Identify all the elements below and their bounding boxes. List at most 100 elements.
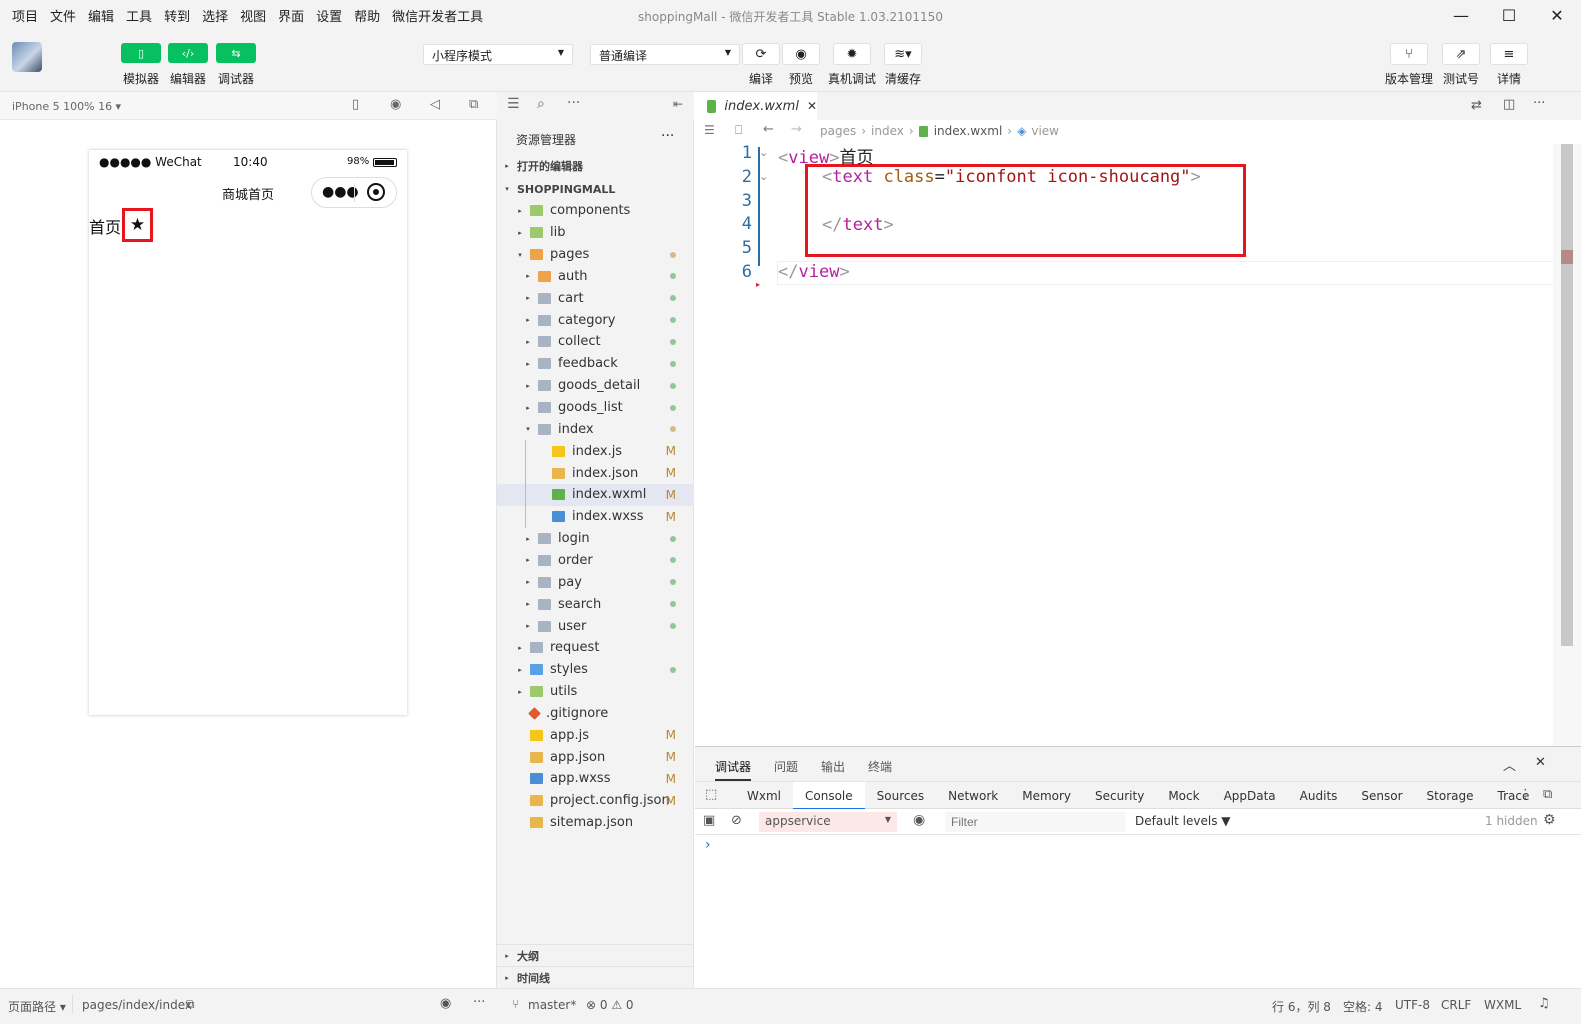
open-editors-section[interactable]: ▸ 打开的编辑器 xyxy=(497,155,694,177)
tree-folder[interactable]: ▸ styles xyxy=(497,659,694,681)
tree-folder[interactable]: ▸ login xyxy=(497,528,694,550)
tree-file[interactable]: sitemap.json xyxy=(497,812,694,834)
more-icon[interactable]: ··· xyxy=(1533,96,1545,111)
forward-icon[interactable]: → xyxy=(791,122,802,137)
chevron-right-icon[interactable]: ▸ xyxy=(523,294,533,302)
tree-folder[interactable]: ▸ category xyxy=(497,309,694,331)
compile-button[interactable]: ⟳ xyxy=(742,43,780,65)
crumb-view[interactable]: view xyxy=(1031,124,1059,138)
notification-icon[interactable]: ♫ xyxy=(1538,996,1550,1011)
volume-icon[interactable]: ◁ xyxy=(430,97,440,112)
project-section[interactable]: ▾ SHOPPINGMALL xyxy=(497,178,694,200)
crumb-index[interactable]: index xyxy=(871,124,904,138)
copy-icon[interactable]: ⧉ xyxy=(186,997,195,1012)
problems-count[interactable]: ⊗ 0 ⚠ 0 xyxy=(586,998,634,1012)
tree-folder[interactable]: ▸ lib xyxy=(497,222,694,244)
close-miniprogram-icon[interactable] xyxy=(367,183,385,201)
crumb-pages[interactable]: pages xyxy=(820,124,856,138)
menu-item[interactable]: 转到 xyxy=(158,6,196,25)
tree-folder[interactable]: ▾ index xyxy=(497,419,694,441)
tree-folder[interactable]: ▸ user xyxy=(497,615,694,637)
detail-button[interactable]: ≡ xyxy=(1490,43,1528,65)
tree-folder[interactable]: ▸ goods_list xyxy=(497,397,694,419)
chevron-right-icon[interactable]: ▸ xyxy=(523,600,533,608)
close-icon[interactable]: ✕ xyxy=(1535,755,1546,770)
levels-select[interactable]: Default levels ▼ xyxy=(1135,814,1231,828)
chevron-up-icon[interactable]: ︿ xyxy=(1503,755,1516,774)
bookmark-icon[interactable]: ⎕ xyxy=(735,123,742,138)
chevron-down-icon[interactable]: ▾ xyxy=(523,425,533,433)
crumb-file[interactable]: index.wxml xyxy=(934,124,1003,138)
tree-file[interactable]: app.js M xyxy=(497,724,694,746)
panel-tab[interactable]: Console xyxy=(793,782,865,810)
chevron-right-icon[interactable]: ▸ xyxy=(523,622,533,630)
menu-item[interactable]: 视图 xyxy=(234,6,272,25)
tree-file[interactable]: index.json M xyxy=(497,462,694,484)
chevron-right-icon[interactable]: ▸ xyxy=(515,229,525,237)
devtools-tab[interactable]: 调试器 xyxy=(715,758,752,781)
chevron-right-icon[interactable]: ▸ xyxy=(523,360,533,368)
chevron-right-icon[interactable]: ▸ xyxy=(523,404,533,412)
tab-index-wxml[interactable]: index.wxml ✕ xyxy=(695,92,817,120)
scrollbar-thumb[interactable] xyxy=(1561,144,1573,646)
more-vertical-icon[interactable]: ⋮ xyxy=(1519,787,1532,802)
panel-tab[interactable]: Security xyxy=(1083,782,1156,810)
eye-icon[interactable]: ◉ xyxy=(913,812,925,828)
tree-folder[interactable]: ▸ goods_detail xyxy=(497,375,694,397)
eol[interactable]: CRLF xyxy=(1441,998,1471,1012)
mode-select[interactable]: 小程序模式 ▼ xyxy=(423,44,573,65)
panel-tab[interactable]: Network xyxy=(936,782,1010,810)
chevron-right-icon[interactable]: ▸ xyxy=(515,644,525,652)
fold-icon[interactable]: ⌄ xyxy=(759,170,768,183)
tree-folder[interactable]: ▸ components xyxy=(497,200,694,222)
tree-folder[interactable]: ▸ auth xyxy=(497,266,694,288)
devtools-tab[interactable]: 终端 xyxy=(868,758,892,781)
tree-folder[interactable]: ▸ utils xyxy=(497,681,694,703)
devtools-tab[interactable]: 输出 xyxy=(821,758,845,781)
list-icon[interactable]: ☰ xyxy=(507,96,520,112)
tree-folder[interactable]: ▸ pay xyxy=(497,571,694,593)
tree-file[interactable]: index.wxml M xyxy=(497,484,694,506)
tree-folder[interactable]: ▸ cart xyxy=(497,287,694,309)
console-prompt[interactable]: › xyxy=(705,837,711,853)
simulator-toggle[interactable]: ▯ xyxy=(121,43,161,63)
tree-file[interactable]: app.json M xyxy=(497,746,694,768)
sidebar-toggle-icon[interactable]: ▣ xyxy=(703,813,715,828)
close-tab-icon[interactable]: ✕ xyxy=(807,99,817,113)
tree-file[interactable]: .gitignore xyxy=(497,703,694,725)
chevron-right-icon[interactable]: ▸ xyxy=(523,578,533,586)
tree-folder[interactable]: ▸ request xyxy=(497,637,694,659)
more-icon[interactable]: ··· xyxy=(567,95,580,111)
panel-tab[interactable]: Audits xyxy=(1288,782,1350,810)
fold-icon[interactable]: ⌄ xyxy=(759,146,768,159)
panel-tab[interactable]: Trace xyxy=(1486,782,1542,810)
outline-section[interactable]: ▸ 大纲 xyxy=(497,944,694,966)
menu-item[interactable]: 工具 xyxy=(120,6,158,25)
test-button[interactable]: ⇗ xyxy=(1442,43,1480,65)
chevron-right-icon[interactable]: ▸ xyxy=(523,556,533,564)
tree-folder[interactable]: ▸ feedback xyxy=(497,353,694,375)
chevron-right-icon[interactable]: ▸ xyxy=(523,338,533,346)
menu-item[interactable]: 帮助 xyxy=(348,6,386,25)
dock-icon[interactable]: ⧉ xyxy=(1543,787,1552,802)
tree-folder[interactable]: ▸ collect xyxy=(497,331,694,353)
chevron-right-icon[interactable]: ▸ xyxy=(523,382,533,390)
clear-cache-button[interactable]: ≋▾ xyxy=(884,43,922,65)
new-window-icon[interactable]: ⧉ xyxy=(469,97,478,112)
timeline-section[interactable]: ▸ 时间线 xyxy=(497,966,694,988)
chevron-right-icon[interactable]: ▸ xyxy=(515,688,525,696)
close-icon[interactable]: ✕ xyxy=(1533,0,1581,30)
panel-tab[interactable]: Storage xyxy=(1415,782,1486,810)
more-icon[interactable]: ··· xyxy=(661,128,674,144)
remote-debug-button[interactable]: ✹ xyxy=(833,43,871,65)
eye-icon[interactable]: ◉ xyxy=(440,996,451,1011)
menu-item[interactable]: 选择 xyxy=(196,6,234,25)
gear-icon[interactable]: ⚙ xyxy=(1543,812,1556,828)
panel-tab[interactable]: Sources xyxy=(865,782,936,810)
collapse-panel-icon[interactable]: ⇤ xyxy=(673,97,683,111)
scrollbar[interactable] xyxy=(1553,144,1581,746)
tree-file[interactable]: project.config.json M xyxy=(497,790,694,812)
menu-item[interactable]: 微信开发者工具 xyxy=(386,6,489,25)
tree-folder[interactable]: ▸ order xyxy=(497,550,694,572)
search-icon[interactable]: ⌕ xyxy=(537,96,545,112)
